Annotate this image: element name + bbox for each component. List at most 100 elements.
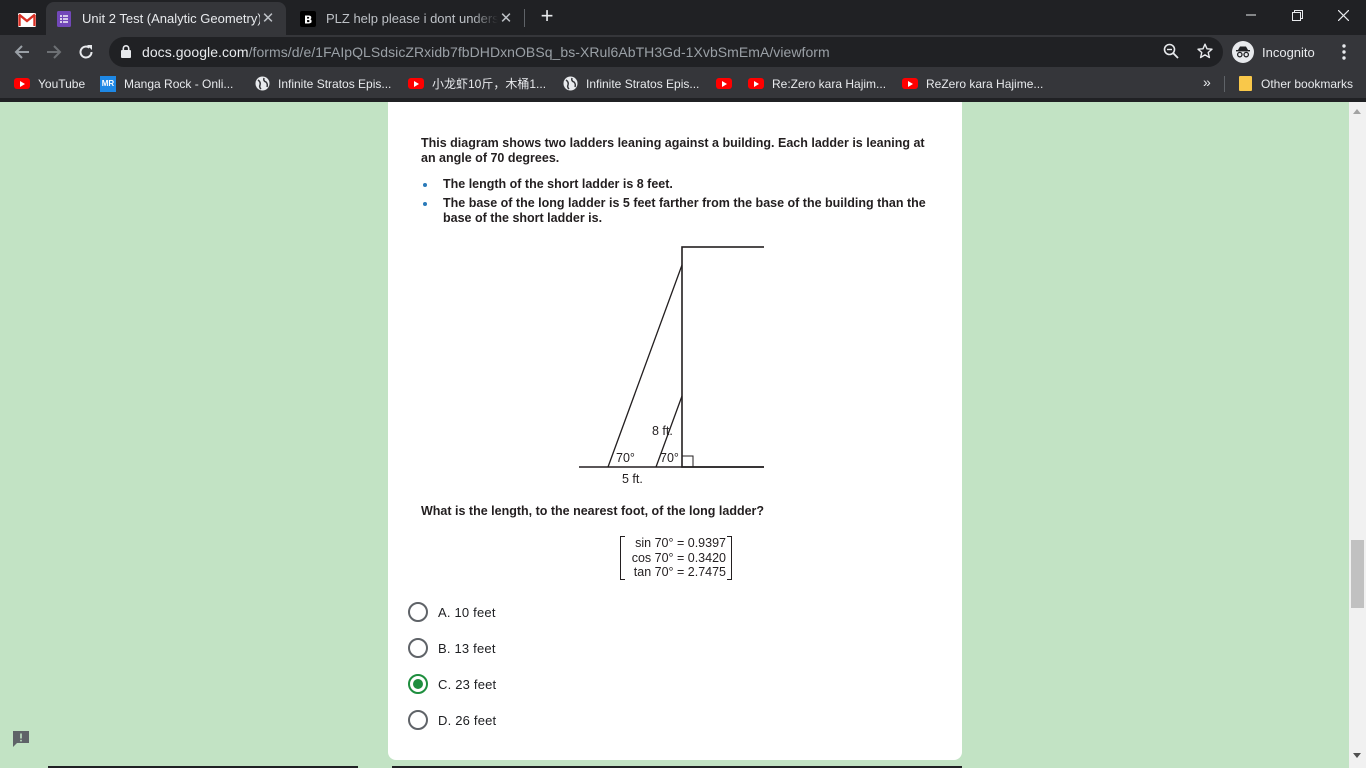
option-c[interactable]: C. 23 feet bbox=[408, 666, 708, 702]
gmail-pinned-tab[interactable] bbox=[8, 5, 46, 35]
tab-strip: Unit 2 Test (Analytic Geometry) ✕ B PLZ … bbox=[0, 0, 1366, 35]
gmail-icon bbox=[18, 13, 36, 27]
page-scrollbar[interactable] bbox=[1349, 102, 1366, 768]
label-angle-long: 70° bbox=[616, 451, 635, 465]
youtube-icon bbox=[14, 76, 30, 92]
radio-button[interactable] bbox=[408, 710, 428, 730]
youtube-icon bbox=[902, 76, 918, 92]
youtube-icon bbox=[748, 76, 764, 92]
label-base-gap: 5 ft. bbox=[622, 472, 643, 486]
option-d[interactable]: D. 26 feet bbox=[408, 702, 708, 738]
option-label: C. 23 feet bbox=[438, 676, 497, 692]
globe-icon bbox=[562, 76, 578, 92]
minimize-window-button[interactable] bbox=[1228, 0, 1274, 30]
trig-cos: cos 70° = 0.3420 bbox=[631, 550, 726, 565]
back-button[interactable] bbox=[9, 39, 35, 65]
tab-unit2-test[interactable]: Unit 2 Test (Analytic Geometry) ✕ bbox=[46, 2, 286, 35]
url-path: /forms/d/e/1FAIpQLSdsicZRxidb7fbDHDxnOBS… bbox=[248, 44, 830, 60]
folder-icon bbox=[1237, 76, 1253, 92]
tab-title: Unit 2 Test (Analytic Geometry) bbox=[82, 11, 260, 26]
bookmark-youtube-unlabeled[interactable] bbox=[716, 75, 740, 92]
bookmark-crayfish[interactable]: 小龙虾10斤，木桶1... bbox=[408, 75, 546, 92]
trig-tan: tan 70° = 2.7475 bbox=[633, 565, 726, 579]
bookmark-infinite-stratos-2[interactable]: Infinite Stratos Epis... bbox=[562, 75, 699, 92]
bookmark-label: Manga Rock - Onli... bbox=[124, 76, 234, 91]
more-vert-icon bbox=[1342, 44, 1346, 60]
arrow-right-icon bbox=[47, 45, 62, 59]
profile-label: Incognito bbox=[1262, 44, 1315, 60]
tab-close-icon[interactable]: ✕ bbox=[498, 10, 514, 27]
trig-values: sin 70° = 0.9397 cos 70° = 0.3420 tan 70… bbox=[620, 535, 732, 581]
svg-text:B: B bbox=[304, 13, 312, 26]
lock-icon bbox=[121, 45, 131, 58]
report-problem-button[interactable] bbox=[11, 730, 31, 748]
reload-icon bbox=[79, 45, 93, 59]
bookmark-separator bbox=[1224, 76, 1225, 92]
google-forms-icon bbox=[56, 10, 72, 27]
arrow-left-icon bbox=[14, 45, 29, 59]
scrollbar-thumb[interactable] bbox=[1351, 540, 1364, 608]
question-intro: This diagram shows two ladders leaning a… bbox=[421, 136, 925, 165]
ladder-diagram: 8 ft. 70° 70° 5 ft. bbox=[579, 246, 764, 486]
bookmark-infinite-stratos-1[interactable]: Infinite Stratos Epis... bbox=[254, 75, 391, 92]
other-bookmarks-folder[interactable]: Other bookmarks bbox=[1237, 75, 1353, 92]
option-b[interactable]: B. 13 feet bbox=[408, 630, 708, 666]
feedback-icon bbox=[13, 731, 29, 747]
forward-button[interactable] bbox=[41, 39, 67, 65]
radio-button[interactable] bbox=[408, 602, 428, 622]
tab-title: PLZ help please i dont understand bbox=[326, 11, 498, 26]
new-tab-plus-icon[interactable]: + bbox=[536, 5, 558, 28]
bookmark-label: Infinite Stratos Epis... bbox=[586, 76, 700, 91]
youtube-icon bbox=[408, 76, 424, 92]
restore-window-button[interactable] bbox=[1274, 0, 1320, 30]
tab-separator bbox=[524, 9, 525, 27]
url-text: docs.google.com/forms/d/e/1FAIpQLSdsicZR… bbox=[142, 44, 830, 60]
bookmark-star-icon[interactable] bbox=[1197, 43, 1213, 59]
option-a[interactable]: A. 10 feet bbox=[408, 594, 708, 630]
zoom-icon[interactable] bbox=[1163, 43, 1179, 59]
scroll-up-arrow-icon[interactable] bbox=[1353, 109, 1361, 114]
minimize-icon bbox=[1246, 14, 1256, 16]
bookmark-label: Re:Zero kara Hajim... bbox=[772, 76, 887, 91]
incognito-profile-button[interactable]: Incognito bbox=[1232, 37, 1315, 67]
bookmarks-overflow-chevron-icon[interactable]: » bbox=[1203, 74, 1211, 90]
incognito-icon bbox=[1232, 41, 1254, 63]
option-label: B. 13 feet bbox=[438, 640, 496, 656]
reload-button[interactable] bbox=[73, 39, 99, 65]
bookmarks-bar: YouTube MR Manga Rock - Onli... Infinite… bbox=[0, 69, 1366, 98]
chrome-menu-button[interactable] bbox=[1334, 40, 1354, 64]
bookmark-label: Other bookmarks bbox=[1261, 76, 1354, 91]
bookmark-label: Infinite Stratos Epis... bbox=[278, 76, 392, 91]
question-prompt: What is the length, to the nearest foot,… bbox=[421, 504, 765, 518]
tab-plz-help[interactable]: B PLZ help please i dont understand ✕ bbox=[290, 2, 524, 35]
tab-close-icon[interactable]: ✕ bbox=[260, 10, 276, 27]
brainly-icon: B bbox=[300, 10, 316, 27]
label-short-ladder-length: 8 ft. bbox=[652, 424, 673, 438]
bullet-short-ladder: The length of the short ladder is 8 feet… bbox=[421, 177, 936, 192]
radio-button-selected[interactable] bbox=[408, 674, 428, 694]
globe-icon bbox=[254, 76, 270, 92]
bullet-base-distance: The base of the long ladder is 5 feet fa… bbox=[421, 196, 936, 226]
question-card: This diagram shows two ladders leaning a… bbox=[388, 102, 962, 760]
bookmark-manga-rock[interactable]: MR Manga Rock - Onli... bbox=[100, 75, 233, 92]
bookmark-label: 小龙虾10斤，木桶1... bbox=[432, 77, 547, 91]
browser-toolbar: docs.google.com/forms/d/e/1FAIpQLSdsicZR… bbox=[0, 35, 1366, 69]
option-label: D. 26 feet bbox=[438, 712, 497, 728]
restore-icon bbox=[1291, 9, 1303, 21]
scroll-down-arrow-icon[interactable] bbox=[1353, 753, 1361, 758]
option-label: A. 10 feet bbox=[438, 604, 496, 620]
bookmark-label: YouTube bbox=[38, 76, 86, 91]
bookmark-rezero-1[interactable]: Re:Zero kara Hajim... bbox=[748, 75, 886, 92]
address-bar[interactable]: docs.google.com/forms/d/e/1FAIpQLSdsicZR… bbox=[109, 37, 1223, 67]
url-host: docs.google.com bbox=[142, 44, 249, 60]
right-angle-marker bbox=[681, 455, 694, 468]
close-window-button[interactable] bbox=[1320, 0, 1366, 30]
bookmark-label: ReZero kara Hajime... bbox=[926, 76, 1044, 91]
building bbox=[681, 246, 764, 468]
manga-rock-icon: MR bbox=[100, 75, 116, 92]
radio-button[interactable] bbox=[408, 638, 428, 658]
trig-sin: sin 70° = 0.9397 bbox=[635, 536, 726, 550]
bookmark-youtube[interactable]: YouTube bbox=[14, 75, 85, 92]
label-angle-short: 70° bbox=[660, 451, 679, 465]
bookmark-rezero-2[interactable]: ReZero kara Hajime... bbox=[902, 75, 1043, 92]
